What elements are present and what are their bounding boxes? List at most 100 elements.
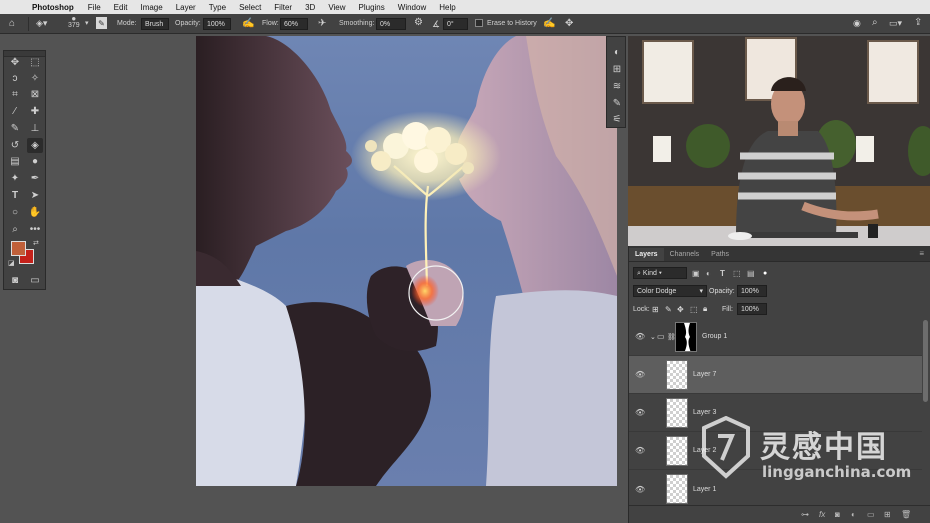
layer-opacity-field[interactable]: 100%	[737, 285, 767, 297]
menu-file[interactable]: File	[88, 3, 101, 12]
zoom-tool-icon[interactable]: ⌕	[7, 222, 23, 237]
screen-mode-icon[interactable]: ▭	[27, 273, 43, 288]
document-canvas[interactable]	[196, 36, 617, 486]
layer-row-group-1[interactable]: 👁︎ ⌄ ▭ ⛓ Group 1	[629, 318, 922, 356]
brush-settings-icon[interactable]: ✎	[96, 17, 107, 29]
flow-field[interactable]: 60%	[280, 18, 308, 30]
hand-tool-icon[interactable]: ✋	[27, 205, 43, 220]
blend-mode-select[interactable]: Color Dodge ▾	[633, 285, 707, 297]
filter-type-icon[interactable]: T	[720, 269, 725, 278]
pressure-opacity-icon[interactable]: ✍	[242, 18, 254, 29]
move-tool-icon[interactable]: ✥	[7, 55, 23, 70]
menu-help[interactable]: Help	[439, 3, 455, 12]
layer-filter-select[interactable]: ⌕ Kind ▾	[633, 267, 687, 279]
adjustments-panel-icon[interactable]: ≋	[609, 79, 625, 94]
properties-panel-icon[interactable]: ⊞	[609, 62, 625, 77]
visibility-eye-icon[interactable]: 👁︎	[635, 408, 645, 417]
lock-transparent-icon[interactable]: ⊞	[652, 305, 659, 314]
layer-thumbnail[interactable]	[666, 359, 688, 390]
filter-pixel-icon[interactable]: ▣	[692, 269, 700, 278]
lasso-tool-icon[interactable]: ↄ	[7, 71, 23, 86]
new-group-icon[interactable]: ▭	[867, 510, 875, 519]
delete-layer-icon[interactable]: 🗑︎	[901, 510, 911, 519]
foreground-color-swatch[interactable]	[11, 241, 26, 256]
magic-wand-tool-icon[interactable]: ✧	[27, 71, 43, 86]
visibility-eye-icon[interactable]: 👁︎	[635, 370, 645, 379]
angle-field[interactable]: 0°	[443, 18, 468, 30]
settings-sliders-icon[interactable]: ⚟	[609, 112, 625, 127]
home-icon[interactable]: ⌂	[9, 18, 15, 29]
link-layers-icon[interactable]: ⊶	[801, 510, 809, 519]
eyedropper-tool-icon[interactable]: ⁄	[7, 104, 23, 119]
layer-thumbnail[interactable]	[666, 474, 688, 504]
visibility-eye-icon[interactable]: 👁︎	[635, 446, 645, 455]
path-selection-tool-icon[interactable]: ➤	[27, 188, 43, 203]
filter-smart-object-icon[interactable]: ▤	[747, 269, 755, 278]
group-mask-thumbnail[interactable]	[675, 321, 697, 352]
gear-icon[interactable]: ⚙	[414, 17, 423, 28]
airbrush-icon[interactable]: ✈	[318, 18, 326, 29]
smoothing-field[interactable]: 0%	[376, 18, 406, 30]
brush-size-picker[interactable]: ● 379	[68, 15, 80, 30]
menu-select[interactable]: Select	[239, 3, 261, 12]
app-menu[interactable]: Photoshop	[32, 3, 74, 12]
ellipse-tool-icon[interactable]: ○	[7, 205, 23, 220]
layer-row-layer-7[interactable]: 👁︎ Layer 7	[629, 356, 922, 394]
healing-brush-tool-icon[interactable]: ✚	[27, 104, 43, 119]
clone-stamp-tool-icon[interactable]: ⊥	[27, 121, 43, 136]
pressure-size-icon[interactable]: ✍	[543, 18, 555, 29]
lock-position-icon[interactable]: ✥	[677, 305, 684, 314]
tab-channels[interactable]: Channels	[664, 248, 706, 261]
brush-tool-icon[interactable]: ✎	[7, 121, 23, 136]
add-mask-icon[interactable]: ◙	[835, 510, 840, 519]
fill-field[interactable]: 100%	[737, 303, 767, 315]
menu-3d[interactable]: 3D	[305, 3, 315, 12]
lock-all-icon[interactable]: 🔒︎	[703, 304, 707, 314]
eraser-tool-icon[interactable]: ◈	[27, 138, 43, 153]
tab-layers[interactable]: Layers	[629, 248, 664, 261]
new-layer-icon[interactable]: ⊞	[884, 510, 891, 519]
menu-image[interactable]: Image	[140, 3, 162, 12]
pen-tool-icon[interactable]: ✒	[27, 171, 43, 186]
filter-adjustment-icon[interactable]: ◐	[706, 269, 711, 278]
filter-shape-icon[interactable]: ⬚	[733, 269, 741, 278]
menu-plugins[interactable]: Plugins	[359, 3, 385, 12]
erase-history-checkbox[interactable]	[475, 19, 483, 27]
type-tool-icon[interactable]: T	[7, 188, 23, 203]
lock-image-icon[interactable]: ✎	[665, 305, 672, 314]
adjustment-layer-icon[interactable]: ◐	[851, 510, 856, 519]
swap-colors-icon[interactable]: ⇄	[33, 239, 39, 247]
history-brush-tool-icon[interactable]: ↺	[7, 138, 23, 153]
layers-scrollbar[interactable]	[923, 320, 928, 402]
marquee-tool-icon[interactable]: ⬚	[27, 55, 43, 70]
chevron-down-icon[interactable]: ▾	[85, 19, 89, 27]
share-user-icon[interactable]: ◉	[853, 18, 861, 29]
filter-toggle-icon[interactable]: ●	[763, 270, 767, 277]
visibility-eye-icon[interactable]: 👁︎	[635, 485, 645, 494]
menu-edit[interactable]: Edit	[114, 3, 128, 12]
panel-menu-icon[interactable]: ≡	[913, 246, 930, 261]
tab-paths[interactable]: Paths	[705, 248, 735, 261]
workspace-icon[interactable]: ▭▾	[889, 18, 902, 29]
symmetry-icon[interactable]: ✥	[565, 18, 573, 29]
menu-window[interactable]: Window	[398, 3, 426, 12]
frame-tool-icon[interactable]: ⊠	[27, 87, 43, 102]
eraser-preset-icon[interactable]: ◈▾	[36, 18, 47, 29]
color-panel-icon[interactable]: ◐	[609, 45, 625, 60]
menu-filter[interactable]: Filter	[274, 3, 292, 12]
visibility-eye-icon[interactable]: 👁︎	[635, 332, 645, 341]
layer-thumbnail[interactable]	[666, 435, 688, 466]
brushes-panel-icon[interactable]: ✎	[609, 96, 625, 111]
blur-tool-icon[interactable]: ●	[27, 154, 43, 169]
share-icon[interactable]: ⇪	[914, 17, 922, 28]
search-icon[interactable]: ⌕	[872, 17, 878, 28]
quick-mask-icon[interactable]: ◙	[7, 273, 23, 288]
mode-select[interactable]: Brush	[141, 18, 169, 30]
dodge-tool-icon[interactable]: ✦	[7, 171, 23, 186]
layer-thumbnail[interactable]	[666, 397, 688, 428]
opacity-field[interactable]: 100%	[203, 18, 231, 30]
menu-view[interactable]: View	[328, 3, 345, 12]
crop-tool-icon[interactable]: ⌗	[7, 87, 23, 102]
chevron-down-icon[interactable]: ⌄	[650, 333, 656, 341]
lock-artboard-icon[interactable]: ⬚	[690, 305, 698, 314]
